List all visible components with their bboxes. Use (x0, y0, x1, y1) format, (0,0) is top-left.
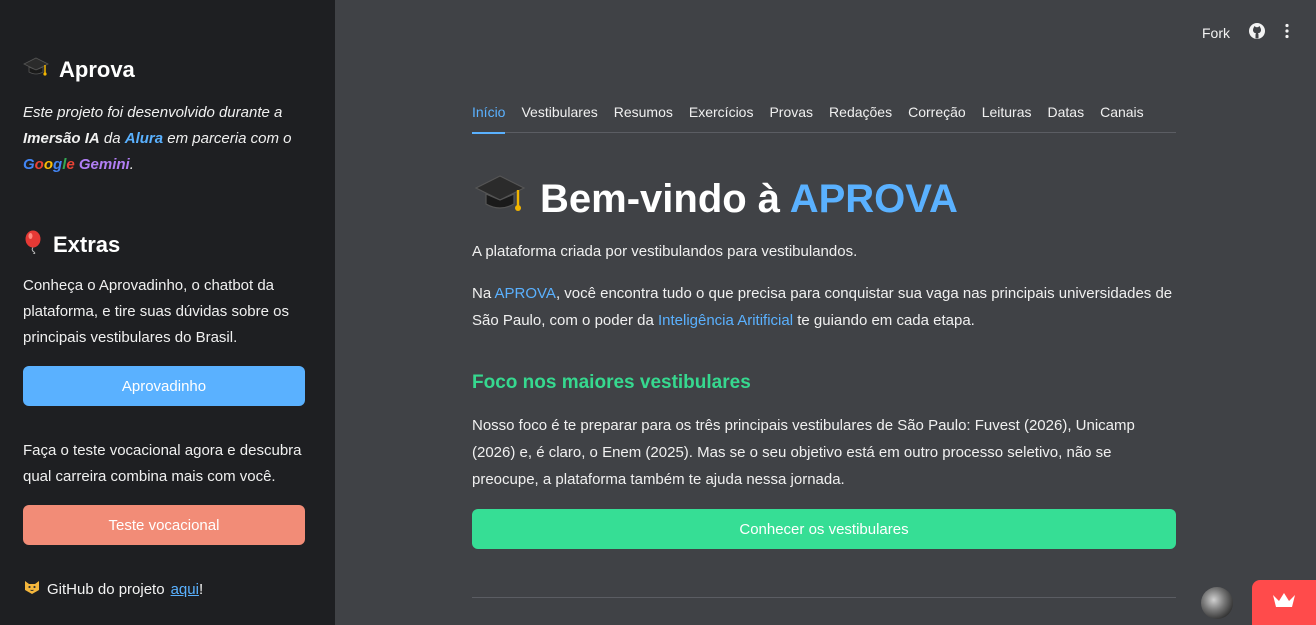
page-title: Bem-vindo à APROVA (474, 172, 958, 226)
streamlit-badge[interactable] (1252, 580, 1316, 625)
gemini-wordmark: Gemini (78, 156, 130, 173)
aprovadinho-button[interactable]: Aprovadinho (23, 366, 305, 406)
tab-inicio[interactable]: Início (472, 100, 506, 134)
tab-bar: Início Vestibulares Resumos Exercícios P… (472, 100, 1176, 134)
conhecer-vestibulares-button[interactable]: Conhecer os vestibulares (472, 509, 1176, 549)
alura-link: Alura (124, 130, 164, 147)
tab-provas[interactable]: Provas (769, 100, 813, 133)
tab-resumos[interactable]: Resumos (614, 100, 673, 133)
tab-exercicios[interactable]: Exercícios (689, 100, 754, 133)
tab-leituras[interactable]: Leituras (982, 100, 1032, 133)
github-line: GitHub do projeto aqui! (23, 578, 203, 600)
tab-datas[interactable]: Datas (1048, 100, 1085, 133)
fork-button[interactable]: Fork (1202, 25, 1230, 41)
tab-canais[interactable]: Canais (1100, 100, 1144, 133)
top-toolbar: Fork (1202, 22, 1290, 43)
extras-heading: Extras (23, 230, 120, 260)
google-wordmark: Google (23, 156, 75, 173)
tagline: A plataforma criada por vestibulandos pa… (472, 243, 858, 260)
tab-vestibulares[interactable]: Vestibulares (521, 100, 597, 133)
focus-paragraph: Nosso foco é te preparar para os três pr… (472, 417, 1135, 488)
sidebar-title: Aprova (23, 56, 135, 84)
graduation-cap-icon (474, 172, 526, 226)
tab-correcao[interactable]: Correção (908, 100, 966, 133)
intro-paragraph: Na APROVA, você encontra tudo o que prec… (472, 285, 1173, 329)
teste-vocacional-button[interactable]: Teste vocacional (23, 505, 305, 545)
section-heading: Foco nos maiores vestibulares (472, 372, 751, 393)
tab-redacoes[interactable]: Redações (829, 100, 892, 133)
divider (472, 597, 1176, 598)
project-intro: Este projeto foi desenvolvido durante a … (23, 104, 292, 173)
crown-icon (1271, 591, 1297, 614)
graduation-cap-icon (23, 56, 49, 84)
extras-description: Conheça o Aprovadinho, o chatbot da plat… (23, 277, 289, 346)
github-icon[interactable] (1248, 22, 1266, 43)
avatar[interactable] (1201, 587, 1233, 619)
balloon-icon (23, 230, 43, 260)
vocacional-description: Faça o teste vocacional agora e descubra… (23, 442, 302, 485)
sidebar: Aprova Este projeto foi desenvolvido dur… (0, 0, 335, 625)
more-menu-icon[interactable] (1284, 23, 1290, 42)
cat-face-icon (23, 578, 41, 600)
github-link[interactable]: aqui (171, 581, 199, 598)
